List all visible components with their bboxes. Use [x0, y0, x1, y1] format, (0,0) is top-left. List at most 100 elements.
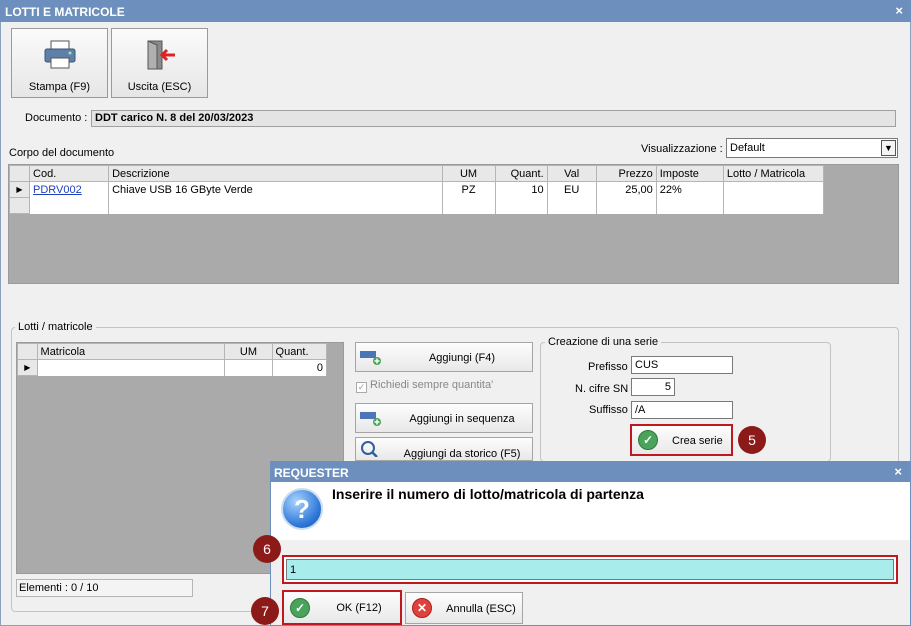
requester-message: Inserire il numero di lotto/matricola di…: [332, 486, 644, 502]
exit-label: Uscita (ESC): [127, 81, 192, 93]
cod-link[interactable]: PDRV002: [33, 184, 82, 196]
cell-lotto[interactable]: [723, 181, 825, 198]
check-icon: ✓: [638, 430, 658, 450]
print-label: Stampa (F9): [28, 81, 91, 93]
table-header: Cod. Descrizione UM Quant. Val Prezzo Im…: [8, 165, 825, 182]
check-icon: ✓: [290, 598, 310, 618]
cell-cod[interactable]: PDRV002: [29, 181, 110, 198]
empty-cell: [495, 197, 548, 214]
view-select[interactable]: Default ▼: [726, 138, 898, 158]
add-history-button[interactable]: Aggiungi da storico (F5): [355, 437, 533, 461]
document-grid[interactable]: Cod. Descrizione UM Quant. Val Prezzo Im…: [8, 164, 899, 284]
document-label: Documento :: [25, 112, 88, 124]
search-icon: [361, 441, 378, 457]
lotti-legend: Lotti / matricole: [15, 321, 96, 333]
row-indicator: [8, 197, 31, 214]
empty-cell: [547, 197, 597, 214]
row-indicator-header: [17, 343, 38, 360]
start-number-field[interactable]: 1: [282, 555, 898, 584]
col-header[interactable]: Prezzo: [595, 165, 657, 182]
empty-cell: [29, 197, 110, 214]
add-row-icon: [360, 412, 381, 426]
col-header[interactable]: Descrizione: [108, 165, 443, 182]
cell-imposte[interactable]: 22%: [656, 181, 724, 198]
table-row[interactable]: ▶ PDRV002 Chiave USB 16 GByte Verde PZ 1…: [8, 181, 825, 198]
col-header[interactable]: Cod.: [29, 165, 110, 182]
print-button[interactable]: Stampa (F9): [11, 28, 108, 98]
add-history-label: Aggiungi da storico (F5): [403, 448, 521, 460]
empty-cell: [442, 197, 496, 214]
add-sequence-label: Aggiungi in sequenza: [409, 413, 515, 425]
digits-label: N. cifre SN: [575, 383, 629, 395]
empty-cell: [656, 197, 724, 214]
view-select-value: Default: [730, 142, 765, 154]
empty-cell: [108, 197, 443, 214]
requester-title: REQUESTER: [274, 466, 349, 480]
cell-quant[interactable]: 10: [495, 181, 548, 198]
chevron-down-icon[interactable]: ▼: [881, 140, 896, 156]
ok-button[interactable]: ✓ OK (F12): [282, 590, 402, 625]
col-header[interactable]: Val: [546, 165, 597, 182]
table-header: Matricola UM Quant.: [17, 343, 328, 360]
view-label: Visualizzazione :: [641, 143, 723, 155]
close-icon[interactable]: ×: [894, 464, 902, 479]
corpo-label: Corpo del documento: [9, 147, 115, 159]
requester-titlebar: REQUESTER ×: [271, 462, 910, 482]
step-marker-5: 5: [738, 426, 766, 454]
cell-quant[interactable]: 0: [272, 359, 328, 376]
empty-cell: [596, 197, 657, 214]
cell-val[interactable]: EU: [547, 181, 597, 198]
row-pointer-icon: ▶: [17, 359, 38, 376]
document-value: DDT carico N. 8 del 20/03/2023: [91, 110, 896, 127]
cancel-icon: ✕: [412, 598, 432, 618]
row-pointer-icon: ▶: [8, 181, 31, 198]
add-button[interactable]: Aggiungi (F4): [355, 342, 533, 372]
prefix-label: Prefisso: [588, 361, 628, 373]
cancel-button[interactable]: ✕ Annulla (ESC): [405, 592, 523, 624]
table-row[interactable]: ▶ 0: [17, 359, 328, 376]
col-header[interactable]: UM: [224, 343, 273, 360]
digits-input[interactable]: 5: [631, 378, 675, 396]
add-label: Aggiungi (F4): [428, 352, 496, 364]
window-title: LOTTI E MATRICOLE: [5, 5, 125, 19]
printer-icon: [44, 40, 76, 69]
window-titlebar: LOTTI E MATRICOLE ×: [0, 0, 911, 22]
question-icon: ?: [281, 488, 323, 530]
col-header[interactable]: Quant.: [271, 343, 328, 360]
col-header[interactable]: UM: [441, 165, 496, 182]
prefix-input[interactable]: CUS: [631, 356, 733, 374]
close-icon[interactable]: ×: [895, 3, 903, 18]
create-series-label: Crea serie: [672, 435, 723, 447]
exit-button[interactable]: Uscita (ESC): [111, 28, 208, 98]
row-indicator-header: [8, 165, 31, 182]
cancel-label: Annulla (ESC): [446, 603, 516, 615]
always-qty-label: Richiedi sempre quantita': [370, 379, 494, 391]
add-sequence-button[interactable]: Aggiungi in sequenza: [355, 403, 533, 433]
lotti-table: Matricola UM Quant. ▶ 0: [17, 343, 328, 376]
add-row-icon: [360, 351, 381, 365]
cell-um[interactable]: PZ: [442, 181, 496, 198]
start-number-input[interactable]: 1: [286, 559, 894, 580]
cell-descrizione[interactable]: Chiave USB 16 GByte Verde: [108, 181, 443, 198]
col-header[interactable]: Lotto / Matricola: [722, 165, 825, 182]
empty-cell: [723, 197, 825, 214]
elements-status: Elementi : 0 / 10: [16, 579, 193, 597]
exit-door-icon: [147, 40, 175, 70]
col-header[interactable]: Quant.: [494, 165, 548, 182]
cell-um[interactable]: [224, 359, 273, 376]
col-header[interactable]: Matricola: [36, 343, 226, 360]
ok-label: OK (F12): [336, 602, 382, 614]
suffix-label: Suffisso: [589, 404, 628, 416]
create-series-button[interactable]: ✓ Crea serie: [630, 424, 733, 456]
suffix-input[interactable]: /A: [631, 401, 733, 419]
step-marker-6: 6: [253, 535, 281, 563]
cell-prezzo[interactable]: 25,00: [596, 181, 657, 198]
document-table: Cod. Descrizione UM Quant. Val Prezzo Im…: [8, 165, 825, 214]
table-row-empty[interactable]: [8, 197, 825, 214]
always-qty-checkbox[interactable]: ✓ Richiedi sempre quantita': [356, 379, 493, 393]
step-marker-7: 7: [251, 597, 279, 625]
col-header[interactable]: Imposte: [655, 165, 724, 182]
serie-legend: Creazione di una serie: [545, 336, 662, 348]
checkbox-icon[interactable]: ✓: [356, 382, 367, 393]
cell-matricola[interactable]: [37, 359, 226, 376]
